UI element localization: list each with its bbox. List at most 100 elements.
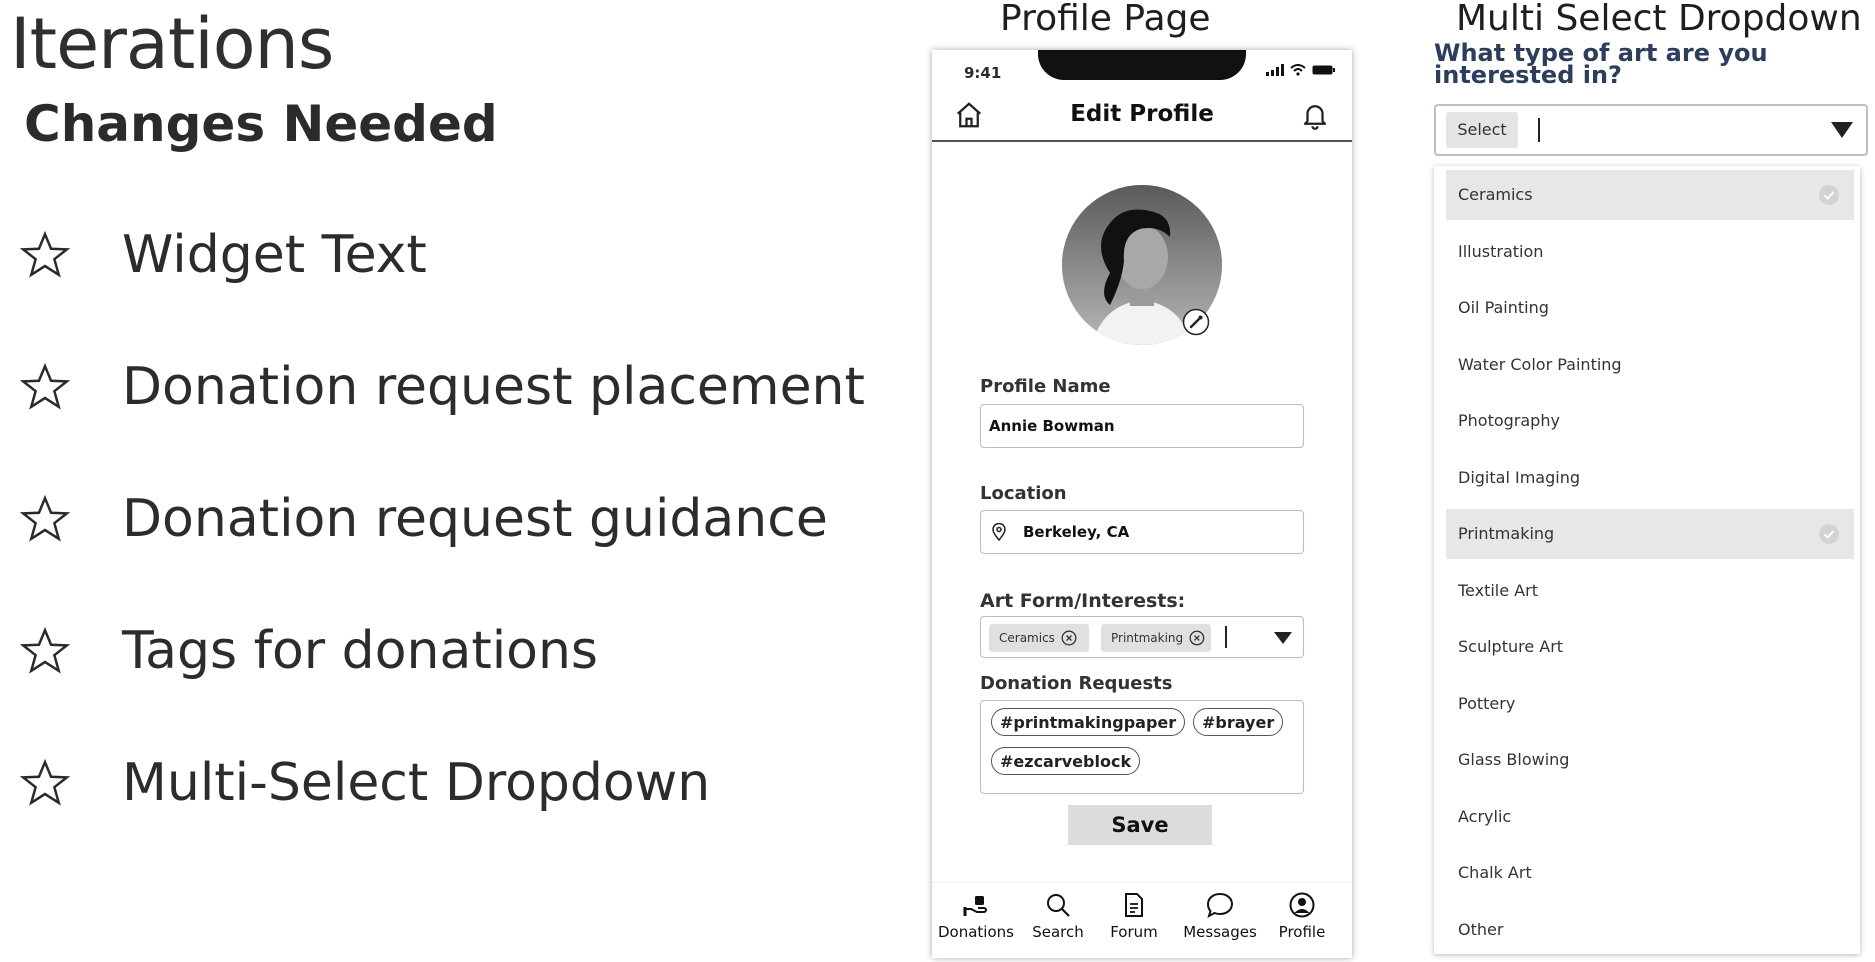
option-label: Textile Art: [1458, 580, 1538, 600]
art-chip: Printmaking: [1101, 624, 1211, 652]
tab-forum[interactable]: Forum: [1092, 891, 1176, 953]
dropdown-option[interactable]: Oil Painting: [1446, 283, 1854, 333]
profile-name-field[interactable]: Annie Bowman: [980, 404, 1304, 448]
star-outline-icon: [20, 494, 70, 542]
dropdown-option[interactable]: Ceramics: [1446, 170, 1854, 220]
dropdown-option[interactable]: Printmaking: [1446, 509, 1854, 559]
signal-icon: [1266, 64, 1284, 76]
bullet-text: Donation request placement: [122, 357, 865, 417]
tab-label: Profile: [1278, 923, 1326, 941]
art-form-multiselect[interactable]: Ceramics Printmaking: [980, 616, 1304, 658]
bullet-text: Tags for donations: [122, 621, 599, 681]
option-label: Acrylic: [1458, 806, 1512, 826]
check-circle-icon: [1819, 524, 1839, 544]
bell-icon[interactable]: [1300, 100, 1330, 130]
edit-photo-icon[interactable]: [1182, 308, 1210, 336]
donation-hand-icon: [963, 896, 987, 916]
art-chip-label: Printmaking: [1111, 631, 1184, 645]
triangle-down-icon[interactable]: [1830, 121, 1854, 139]
tab-search[interactable]: Search: [1016, 891, 1100, 953]
option-label: Other: [1458, 919, 1504, 939]
donation-tag[interactable]: #printmakingpaper: [991, 708, 1186, 736]
location-label: Location: [980, 483, 1067, 504]
text-caret: [1538, 118, 1540, 142]
art-chip-label: Ceramics: [999, 631, 1055, 645]
bullet-item: Widget Text: [20, 220, 880, 290]
status-icons: [1266, 64, 1336, 76]
tab-donations[interactable]: Donations: [934, 891, 1018, 953]
tab-label: Messages: [1183, 923, 1257, 941]
dropdown-option[interactable]: Pottery: [1446, 679, 1854, 729]
donation-requests-label: Donation Requests: [980, 673, 1173, 694]
tab-label: Forum: [1110, 923, 1158, 941]
page-title: Edit Profile: [1070, 101, 1214, 127]
location-value: Berkeley, CA: [1023, 523, 1130, 541]
user-circle-icon: [1289, 892, 1315, 918]
save-button[interactable]: Save: [1068, 805, 1212, 845]
option-label: Chalk Art: [1458, 863, 1532, 882]
battery-icon: [1312, 65, 1335, 75]
bullet-item: Donation request guidance: [20, 484, 880, 554]
option-label: Digital Imaging: [1458, 467, 1580, 487]
art-form-label: Art Form/Interests:: [980, 590, 1186, 612]
nav-bar: Edit Profile: [932, 88, 1352, 142]
profile-name-label: Profile Name: [980, 376, 1111, 397]
dropdown-section-title: Multi Select Dropdown: [1456, 0, 1862, 39]
location-field[interactable]: Berkeley, CA: [980, 510, 1304, 554]
option-label: Sculpture Art: [1458, 637, 1564, 656]
star-outline-icon: [20, 626, 70, 674]
dropdown-option[interactable]: Textile Art: [1446, 566, 1854, 616]
document-icon: [1125, 893, 1143, 917]
slide-title: Iterations: [10, 3, 334, 85]
search-icon: [1047, 894, 1070, 917]
star-outline-icon: [20, 758, 70, 806]
star-outline-icon: [20, 230, 70, 278]
dropdown-option[interactable]: Chalk Art: [1446, 848, 1854, 898]
text-caret: [1225, 626, 1227, 648]
dropdown-option[interactable]: Sculpture Art: [1446, 622, 1854, 672]
slide-subtitle: Changes Needed: [24, 95, 498, 153]
phone-mockup: 9:41 Edit Profile Profile Name Annie Bow…: [932, 50, 1352, 958]
tab-profile[interactable]: Profile: [1260, 891, 1344, 953]
circle-x-icon[interactable]: [1061, 630, 1077, 646]
donation-tag[interactable]: #ezcarveblock: [991, 747, 1141, 775]
donation-requests-field[interactable]: #printmakingpaper #brayer #ezcarveblock: [980, 700, 1304, 794]
option-label: Water Color Painting: [1458, 354, 1622, 374]
dropdown-option[interactable]: Water Color Painting: [1446, 340, 1854, 390]
option-label: Ceramics: [1458, 185, 1533, 204]
select-chip[interactable]: Select: [1446, 112, 1518, 148]
check-circle-icon: [1819, 185, 1839, 205]
circle-x-icon[interactable]: [1189, 630, 1205, 646]
art-chip: Ceramics: [989, 624, 1089, 652]
option-label: Oil Painting: [1458, 298, 1549, 317]
tab-label: Search: [1032, 923, 1084, 941]
status-time: 9:41: [964, 64, 1002, 82]
dropdown-option[interactable]: Illustration: [1446, 227, 1854, 277]
donation-tag[interactable]: #brayer: [1193, 708, 1284, 736]
bullet-text: Donation request guidance: [122, 489, 828, 549]
bottom-tab-bar: Donations Search Forum Messages Profile: [932, 882, 1352, 958]
profile-section-title: Profile Page: [1000, 0, 1211, 39]
wifi-icon: [1290, 64, 1306, 76]
option-label: Photography: [1458, 411, 1560, 430]
dropdown-option[interactable]: Acrylic: [1446, 792, 1854, 842]
home-icon[interactable]: [954, 100, 984, 130]
bullet-text: Multi-Select Dropdown: [122, 753, 711, 813]
option-label: Pottery: [1458, 693, 1516, 713]
dropdown-option[interactable]: Photography: [1446, 396, 1854, 446]
triangle-down-icon[interactable]: [1273, 631, 1293, 645]
option-label: Glass Blowing: [1458, 750, 1570, 769]
option-label: Illustration: [1458, 241, 1544, 261]
multiselect-question: What type of art are you interested in?: [1434, 39, 1768, 89]
tab-messages[interactable]: Messages: [1178, 891, 1262, 953]
tab-label: Donations: [938, 923, 1014, 941]
location-pin-icon: [992, 523, 1006, 541]
star-outline-icon: [20, 362, 70, 410]
option-label: Printmaking: [1458, 524, 1555, 543]
bullet-item: Donation request placement: [20, 352, 880, 422]
multiselect-input[interactable]: Select: [1434, 104, 1868, 156]
profile-name-value: Annie Bowman: [989, 417, 1115, 435]
dropdown-option[interactable]: Digital Imaging: [1446, 453, 1854, 503]
dropdown-option[interactable]: Glass Blowing: [1446, 735, 1854, 785]
dropdown-option[interactable]: Other: [1446, 905, 1854, 955]
